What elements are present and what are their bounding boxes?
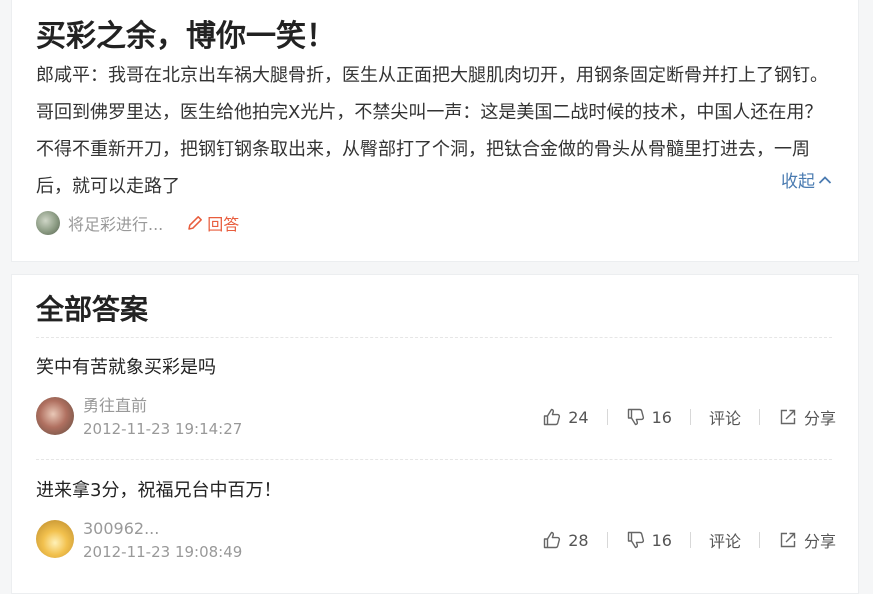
answer-text: 进来拿3分，祝福兄台中百万！ <box>36 480 282 501</box>
reply-label: 回答 <box>207 215 240 234</box>
comment-label: 评论 <box>708 532 741 551</box>
share-button[interactable]: 分享 <box>778 528 836 552</box>
question-title: 买彩之余，博你一笑！ <box>36 19 336 54</box>
dislike-count: 16 <box>651 407 672 427</box>
comment-button[interactable]: 评论 <box>709 528 741 552</box>
asker-name[interactable]: 将足彩进行... <box>68 211 163 235</box>
answer-time: 2012-11-23 19:08:49 <box>83 543 243 561</box>
like-count: 24 <box>568 407 589 427</box>
answers-card: 全部答案 笑中有苦就象买彩是吗 勇往直前 2012-11-23 19:14:27… <box>11 274 859 594</box>
answer-actions: 24 16 评论 分享 <box>542 405 836 429</box>
question-card: 买彩之余，博你一笑！ 郎咸平：我哥在北京出车祸大腿骨折，医生从正面把大腿肌肉切开… <box>11 0 859 262</box>
dislike-button[interactable]: 16 <box>626 407 672 427</box>
divider <box>689 532 691 548</box>
answer-text: 笑中有苦就象买彩是吗 <box>36 357 216 378</box>
answer-author[interactable]: 300962... <box>83 519 159 539</box>
like-button[interactable]: 24 <box>542 407 589 427</box>
divider <box>689 409 691 425</box>
collapse-label: 收起 <box>781 172 815 192</box>
answer-time: 2012-11-23 19:14:27 <box>83 420 243 438</box>
answer-author[interactable]: 勇往直前 <box>83 396 147 416</box>
like-button[interactable]: 28 <box>542 530 589 550</box>
comment-label: 评论 <box>708 409 741 428</box>
collapse-link[interactable]: 收起 <box>781 167 832 192</box>
question-body: 郎咸平：我哥在北京出车祸大腿骨折，医生从正面把大腿肌肉切开，用钢条固定断骨并打上… <box>36 65 828 197</box>
dislike-count: 16 <box>651 530 672 550</box>
share-button[interactable]: 分享 <box>778 405 836 429</box>
divider <box>606 409 608 425</box>
thumbs-up-icon <box>544 408 561 426</box>
chevron-up-icon <box>818 175 832 184</box>
answer-actions: 28 16 评论 分享 <box>542 528 836 552</box>
thumbs-up-icon <box>544 531 561 549</box>
thumbs-down-icon <box>627 408 644 426</box>
avatar[interactable] <box>36 397 74 435</box>
pencil-icon <box>188 216 203 230</box>
divider <box>758 409 760 425</box>
asker-avatar[interactable] <box>36 211 60 235</box>
divider <box>36 337 832 338</box>
share-label: 分享 <box>803 409 836 428</box>
answers-section-title: 全部答案 <box>36 293 149 326</box>
share-icon <box>780 409 796 425</box>
dislike-button[interactable]: 16 <box>626 530 672 550</box>
divider <box>606 532 608 548</box>
answer-item: 进来拿3分，祝福兄台中百万！ 300962... 2012-11-23 19:0… <box>36 478 836 578</box>
reply-button[interactable]: 回答 <box>185 211 239 235</box>
share-icon <box>780 532 796 548</box>
divider <box>758 532 760 548</box>
thumbs-down-icon <box>627 531 644 549</box>
answer-item: 笑中有苦就象买彩是吗 勇往直前 2012-11-23 19:14:27 24 1… <box>36 355 836 455</box>
divider <box>36 459 832 460</box>
share-label: 分享 <box>803 532 836 551</box>
like-count: 28 <box>568 530 589 550</box>
question-meta: 将足彩进行... 回答 <box>36 211 239 235</box>
avatar[interactable] <box>36 520 74 558</box>
comment-button[interactable]: 评论 <box>709 405 741 429</box>
